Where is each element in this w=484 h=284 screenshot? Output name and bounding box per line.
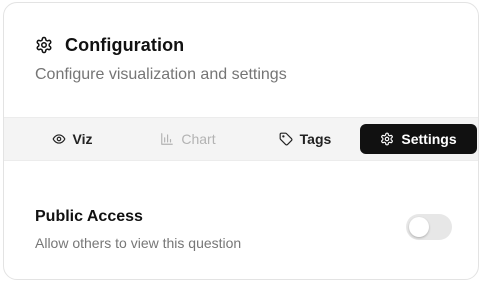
configuration-card: Configuration Configure visualization an… [3,2,479,280]
tab-viz-label: Viz [72,131,93,147]
bar-chart-icon [161,133,174,145]
eye-icon [52,134,65,144]
tab-chart[interactable]: Chart [140,124,236,154]
tab-viz[interactable]: Viz [30,124,114,154]
toggle-knob [409,217,429,237]
public-access-setting: Public Access Allow others to view this … [35,208,454,251]
tab-tags-label: Tags [299,131,332,147]
tab-settings-label: Settings [401,131,457,147]
tag-icon [279,132,293,146]
gear-icon [36,36,52,54]
title-row: Configuration [35,34,458,56]
public-access-toggle[interactable] [406,214,452,240]
tab-settings[interactable]: Settings [360,124,477,154]
page-subtitle: Configure visualization and settings [35,66,287,83]
card-header: Configuration Configure visualization an… [35,34,458,84]
tab-tags[interactable]: Tags [257,124,353,154]
tab-bar: Viz Chart Tags Settings [4,117,478,161]
tab-chart-label: Chart [181,131,216,147]
setting-title: Public Access [35,208,143,225]
page-title: Configuration [65,34,185,55]
gear-icon [381,132,394,146]
setting-description: Allow others to view this question [35,235,242,251]
